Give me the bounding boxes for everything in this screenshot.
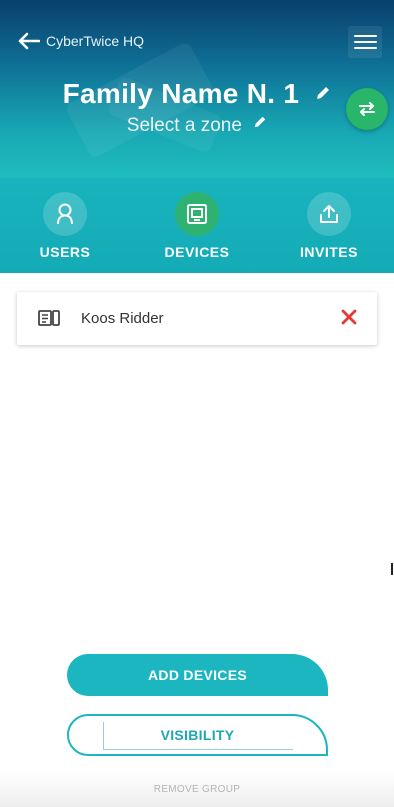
tab-devices-label: DEVICES [164,244,230,260]
back-link-label: CyberTwice HQ [46,33,145,49]
hamburger-menu-icon [354,41,377,43]
divider [103,749,293,750]
group-title[interactable]: Family Name N. 1 [63,78,300,109]
close-x-icon[interactable] [341,309,357,330]
divider [103,722,104,750]
arrow-left-icon [18,32,40,50]
hamburger-menu-icon [354,35,377,37]
add-devices-label: ADD DEVICES [148,667,247,683]
pencil-icon[interactable] [253,113,267,135]
tab-invites[interactable]: INVITES [279,192,379,260]
remove-group-link[interactable]: REMOVE GROUP [0,784,394,795]
visibility-label: VISIBILITY [160,727,235,743]
tab-invites-label: INVITES [300,244,358,260]
zone-selector[interactable]: Select a zone [127,115,242,136]
divider [391,563,393,575]
devices-icon [187,204,207,224]
device-book-icon [38,310,60,331]
pencil-icon[interactable] [315,76,331,108]
tab-devices-circle [175,192,219,236]
group-title-row: Family Name N. 1 [0,78,394,110]
hamburger-menu-icon [354,47,377,49]
tab-users-circle [43,192,87,236]
user-icon [57,203,73,225]
share-upload-icon [320,205,338,223]
tab-users-label: USERS [39,244,91,260]
tab-invites-circle [307,192,351,236]
swap-button[interactable] [346,88,388,130]
tab-bar: USERS DEVICES INVITES [0,178,394,273]
device-list-item[interactable]: Koos Ridder [17,292,377,345]
swap-arrows-icon [359,102,375,116]
back-link[interactable]: CyberTwice HQ [18,32,144,50]
menu-button[interactable] [348,26,382,58]
tab-devices[interactable]: DEVICES [147,192,247,260]
zone-row: Select a zone [0,115,394,137]
tab-users[interactable]: USERS [15,192,115,260]
add-devices-button[interactable]: ADD DEVICES [67,654,328,696]
visibility-button[interactable]: VISIBILITY [67,714,328,756]
app-header: CyberTwice HQ Family Name N. 1 Select a … [0,0,394,178]
device-name: Koos Ridder [81,310,164,327]
